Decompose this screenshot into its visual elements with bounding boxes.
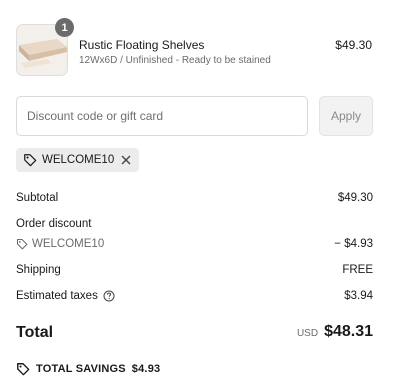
product-price: $49.30	[335, 38, 372, 52]
order-discount-code: WELCOME10	[32, 238, 105, 250]
total-savings-label: TOTAL SAVINGS	[36, 363, 126, 375]
order-discount-row: Order discount	[16, 218, 373, 230]
currency-code: USD	[296, 328, 319, 339]
taxes-row: Estimated taxes $3.94	[16, 290, 373, 302]
product-name: Rustic Floating Shelves	[79, 38, 205, 52]
tag-icon	[16, 238, 28, 250]
total-value: $48.31	[324, 323, 373, 340]
help-icon[interactable]	[103, 290, 115, 302]
applied-discount-code: WELCOME10	[42, 154, 115, 166]
total-amount-group: USD $48.31	[297, 323, 373, 341]
shipping-label: Shipping	[16, 264, 61, 276]
applied-discount-chip: WELCOME10	[16, 148, 140, 172]
product-variant: 12Wx6D / Unfinished - Ready to be staine…	[79, 55, 271, 66]
quantity-badge: 1	[55, 18, 74, 37]
subtotal-label: Subtotal	[16, 192, 59, 204]
remove-discount-icon[interactable]	[121, 154, 131, 167]
discount-code-input[interactable]	[16, 96, 308, 136]
taxes-value: $3.94	[344, 290, 373, 302]
tag-icon	[23, 153, 37, 167]
shipping-row: Shipping FREE	[16, 264, 373, 276]
order-discount-label: Order discount	[16, 218, 92, 230]
tag-icon	[16, 362, 30, 376]
shipping-value: FREE	[342, 264, 373, 276]
order-discount-code-row: WELCOME10 − $4.93	[16, 238, 373, 250]
taxes-label: Estimated taxes	[16, 290, 98, 302]
apply-discount-button[interactable]: Apply	[319, 96, 373, 136]
total-savings-value: $4.93	[131, 363, 161, 375]
total-savings: TOTAL SAVINGS $4.93	[16, 362, 160, 376]
order-discount-value: − $4.93	[334, 238, 373, 250]
cart-line-item: 1 Rustic Floating Shelves 12Wx6D / Unfin…	[16, 18, 384, 76]
total-label: Total	[16, 324, 54, 341]
subtotal-row: Subtotal $49.30	[16, 192, 373, 204]
subtotal-value: $49.30	[337, 192, 373, 204]
